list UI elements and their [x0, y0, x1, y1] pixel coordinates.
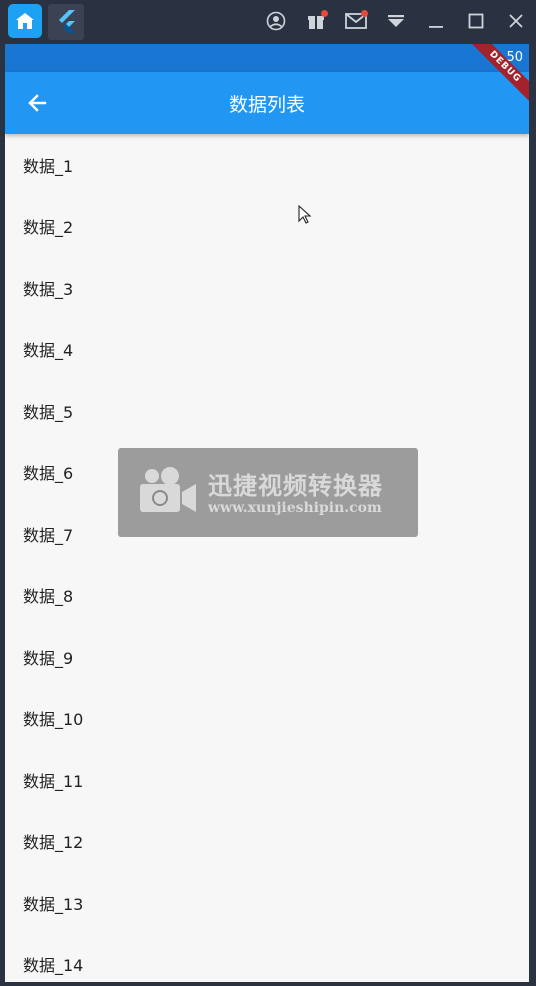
- flutter-icon: [59, 10, 75, 33]
- list-item[interactable]: 数据_3: [5, 257, 529, 319]
- maximize-icon[interactable]: [462, 7, 490, 35]
- list-item[interactable]: 数据_5: [5, 380, 529, 442]
- list-item[interactable]: 数据_2: [5, 196, 529, 258]
- list-item[interactable]: 数据_14: [5, 934, 529, 983]
- watermark: 迅捷视频转换器 www.xunjieshipin.com: [118, 448, 418, 537]
- list-item[interactable]: 数据_11: [5, 749, 529, 811]
- watermark-title: 迅捷视频转换器: [208, 472, 383, 500]
- mouse-cursor-icon: [298, 205, 312, 224]
- list-item[interactable]: 数据_4: [5, 319, 529, 381]
- watermark-url: www.xunjieshipin.com: [208, 500, 382, 516]
- account-icon[interactable]: [262, 7, 290, 35]
- notification-dot: [361, 10, 368, 17]
- list-item[interactable]: 数据_12: [5, 811, 529, 873]
- gift-icon[interactable]: [302, 7, 330, 35]
- dropdown-menu-icon[interactable]: [382, 7, 410, 35]
- home-icon: [16, 13, 34, 29]
- list-item[interactable]: 数据_8: [5, 565, 529, 627]
- list-item[interactable]: 数据_13: [5, 872, 529, 934]
- notification-dot: [321, 10, 328, 17]
- emulator-home-button[interactable]: [8, 4, 42, 38]
- data-list: 数据_1 数据_2 数据_3 数据_4 数据_5 数据_6 数据_7 数据_8 …: [5, 134, 529, 982]
- video-camera-icon: [140, 467, 196, 512]
- flutter-app-tab[interactable]: [48, 4, 84, 40]
- emulator-titlebar: [0, 0, 536, 42]
- app-bar: 数据列表: [5, 72, 529, 134]
- close-icon[interactable]: [502, 7, 530, 35]
- status-bar: 50: [5, 44, 529, 72]
- page-title: 数据列表: [228, 94, 305, 116]
- mail-icon[interactable]: [342, 7, 370, 35]
- list-item[interactable]: 数据_1: [5, 134, 529, 196]
- list-item[interactable]: 数据_10: [5, 688, 529, 750]
- list-item[interactable]: 数据_9: [5, 626, 529, 688]
- minimize-icon[interactable]: [422, 7, 450, 35]
